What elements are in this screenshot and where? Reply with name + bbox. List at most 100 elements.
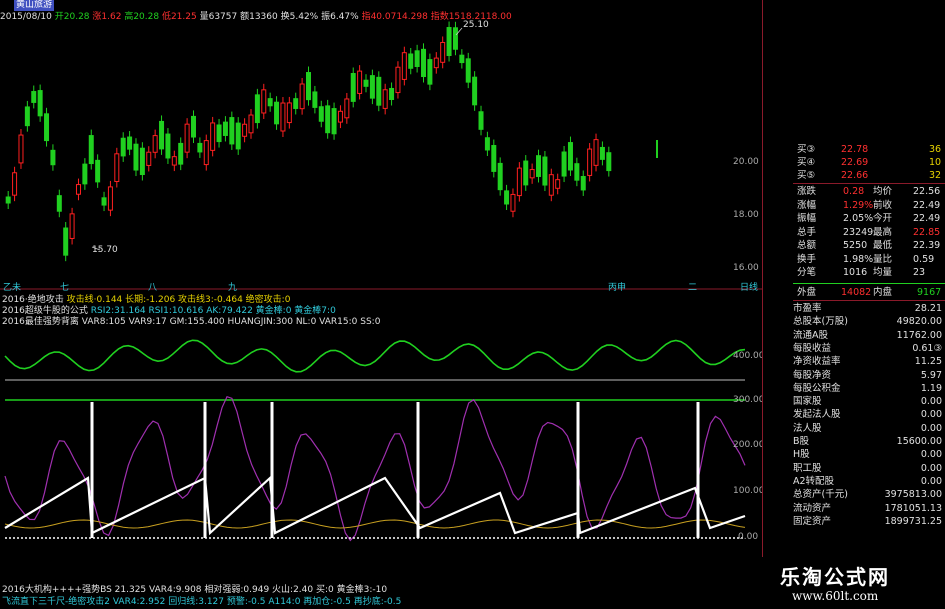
candle-body <box>37 90 43 117</box>
candle-body <box>350 73 356 102</box>
x-axis-label: 二 <box>688 283 698 293</box>
max-price-label: 25.10 <box>463 20 489 30</box>
candle-body <box>254 94 260 124</box>
candle-body <box>344 98 350 119</box>
indicator-values: RSI2:31.164 RSI1:10.616 AK:79.422 黄金棒:0 … <box>90 306 336 316</box>
volume-label: 量63757 <box>199 12 238 22</box>
stat-row: 涨幅 1.29% 前收 22.49 <box>797 199 941 211</box>
candle-body <box>286 102 292 124</box>
candle-body <box>203 140 209 166</box>
index-a-label: 指40.0714.298 <box>361 12 428 22</box>
candle-body <box>555 179 561 189</box>
candle-body <box>242 123 248 137</box>
candle-body <box>274 101 280 125</box>
indicator-values: VAR8:105 VAR9:17 GM:155.400 HUANGJIN:300… <box>81 317 381 327</box>
finance-row: A2转配股 0.00 <box>793 475 942 487</box>
candle-body <box>421 48 427 78</box>
candle-body <box>107 186 113 211</box>
price-tick: 18.00 <box>733 210 759 220</box>
finance-row: 每股净资 5.97 <box>793 369 942 381</box>
min-price-label: 15.70 <box>92 245 118 255</box>
candle-body <box>331 108 337 135</box>
candle-body <box>542 156 548 186</box>
finance-row: 国家股 0.00 <box>793 396 942 408</box>
buy-row: 买④ 22.69 10 <box>797 157 942 168</box>
candle-body <box>369 75 375 99</box>
x-axis-label: 乙未 <box>3 283 22 293</box>
candle-body <box>452 27 458 50</box>
candle-body <box>18 134 24 164</box>
candle-body <box>318 106 324 122</box>
candle-body <box>133 143 139 171</box>
candle-body <box>267 98 273 107</box>
indicator-chart[interactable] <box>0 328 762 580</box>
indicator-values: 攻击线·0.144 长期:-1.206 攻击线3:-0.464 绝密攻击:0 <box>66 295 291 305</box>
candle-body <box>593 139 599 166</box>
x-axis-label: 七 <box>60 283 70 293</box>
x-axis-label: 日线 <box>740 283 759 293</box>
candle-body <box>69 213 75 239</box>
candle-body <box>184 123 190 153</box>
candle-body <box>561 151 567 177</box>
indicator-tick: 400.00 <box>733 351 765 361</box>
candle-body <box>574 163 580 181</box>
candle-body <box>510 193 516 212</box>
candle-body <box>197 142 203 153</box>
candle-body <box>440 41 446 63</box>
finance-row: H股 0.00 <box>793 449 942 461</box>
turnover-label: 换5.42% <box>280 12 319 22</box>
x-axis-label: 丙申 <box>608 283 627 293</box>
candle-body <box>248 114 254 134</box>
price-tick: 16.00 <box>733 263 759 273</box>
stat-row: 涨跌 0.28 均价 22.56 <box>797 186 941 197</box>
candle-body <box>567 142 573 171</box>
candle-body <box>433 57 439 69</box>
finance-row: 市盈率 28.21 <box>793 303 942 314</box>
candle-body <box>395 66 401 94</box>
finance-row: 发起法人股 0.00 <box>793 409 942 421</box>
candle-body <box>376 76 382 106</box>
high-label: 高20.28 <box>124 12 160 22</box>
indicator-line: 2016超级牛股的公式 RSI2:31.164 RSI1:10.616 AK:7… <box>2 306 336 317</box>
candle-body <box>312 91 318 108</box>
candle-body <box>190 115 196 138</box>
stat-row: 换手 1.98% 量比 0.59 <box>797 253 935 265</box>
candle-body <box>306 72 311 101</box>
finance-row: 流通A股 11762.00 <box>793 329 942 341</box>
quote-panel: 买③ 22.78 36 买④ 22.69 10 买⑤ 22.66 32 涨跌 0.… <box>762 0 945 609</box>
candle-body <box>548 174 554 196</box>
finance-row: 固定资产 1899731.25 <box>793 515 942 527</box>
outer-inner-row: 外盘 14082 内盘 9167 <box>797 287 942 298</box>
candle-body <box>472 76 478 106</box>
candle-body <box>497 162 503 191</box>
candle-body <box>101 197 107 206</box>
candle-body <box>95 159 101 183</box>
candle-body <box>504 190 510 205</box>
open-label: 开20.28 <box>54 12 90 22</box>
candle-body <box>587 148 593 176</box>
stat-row: 振幅 2.05% 今开 22.49 <box>797 213 941 224</box>
candle-body <box>408 53 414 69</box>
candle-body <box>299 83 305 110</box>
indicator-line: 2016·绝地攻击 攻击线·0.144 长期:-1.206 攻击线3:-0.46… <box>2 295 290 306</box>
finance-row: 总资产(千元) 3975813.00 <box>793 489 942 501</box>
quote-header: 2015/08/10 开20.28 涨1.62 高20.28 低21.25 量6… <box>0 12 512 23</box>
candle-body <box>465 58 471 83</box>
candle-body <box>12 172 18 196</box>
indicator-tick: 300.00 <box>733 395 765 405</box>
candle-body <box>478 111 484 130</box>
finance-row: 法人股 0.00 <box>793 422 942 434</box>
candle-body <box>56 195 62 212</box>
finance-row: 职工股 0.00 <box>793 462 942 474</box>
candle-body <box>114 153 120 182</box>
candle-body <box>523 160 529 186</box>
candle-body <box>178 142 184 165</box>
indicator-name: 2016·绝地攻击 <box>2 295 64 305</box>
candle-body <box>152 135 158 153</box>
candle-body <box>261 89 267 114</box>
stat-row: 总手 23249 最高 22.85 <box>797 226 941 238</box>
indicator-tick: 100.00 <box>733 486 765 496</box>
stat-row: 总额 5250 最低 22.39 <box>797 240 941 251</box>
candle-body <box>427 59 433 85</box>
candle-body <box>171 156 177 166</box>
